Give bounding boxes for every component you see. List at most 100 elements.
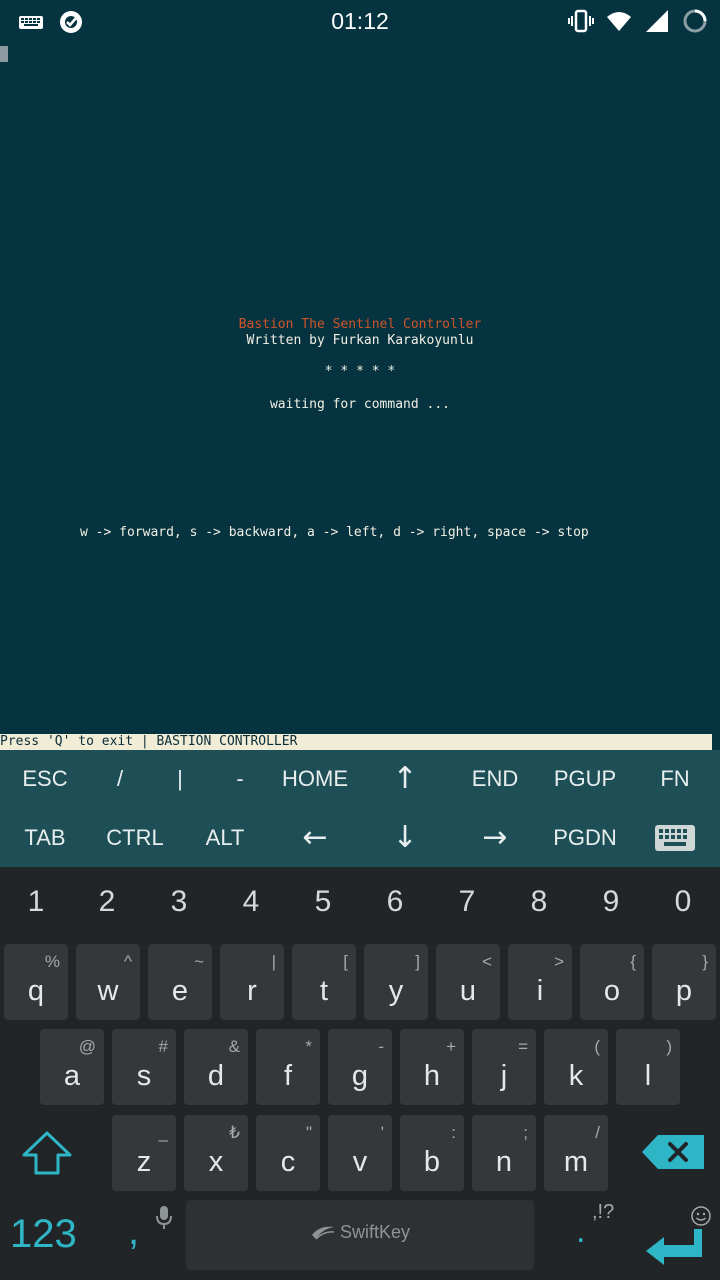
key-g[interactable]: -g (328, 1029, 392, 1105)
key-h-label: h (423, 1060, 441, 1092)
key-z[interactable]: _ z (112, 1115, 176, 1191)
arrow-left-key[interactable]: ← (270, 809, 360, 867)
ctrl-key[interactable]: CTRL (90, 809, 180, 867)
key-1[interactable]: 1 (0, 885, 72, 919)
key-7[interactable]: 7 (431, 885, 503, 919)
key-0[interactable]: 0 (647, 885, 719, 919)
key-k-alt: ( (594, 1037, 600, 1056)
key-p-alt: } (702, 952, 708, 971)
key-v-label: v (352, 1146, 368, 1178)
separator-stars: * * * * * (324, 364, 396, 379)
key-s-alt: # (158, 1037, 168, 1056)
key-c-label: c (280, 1146, 296, 1178)
status-bar-right (568, 8, 708, 34)
terminal-view[interactable]: Bastion The Sentinel Controller Written … (0, 42, 720, 734)
swiftkey-logo: SwiftKey (186, 1222, 534, 1243)
key-g-label: g (351, 1060, 369, 1092)
waiting-message: waiting for command ... (269, 397, 450, 412)
fn-key[interactable]: FN (630, 750, 720, 808)
key-a-alt: @ (78, 1037, 96, 1056)
key-5[interactable]: 5 (287, 885, 359, 919)
key-f[interactable]: * f (256, 1029, 320, 1105)
status-bar: 01:12 (0, 0, 720, 42)
key-e[interactable]: ~ e (148, 944, 212, 1020)
alt-key[interactable]: ALT (180, 809, 270, 867)
key-u[interactable]: < u (436, 944, 500, 1020)
key-x[interactable]: ₺ x (184, 1115, 248, 1191)
arrow-right-key[interactable]: → (450, 809, 540, 867)
vibrate-icon (568, 8, 594, 34)
key-o-alt: { (630, 952, 636, 971)
key-m-alt: / (595, 1123, 600, 1142)
comma-key[interactable]: , (128, 1209, 139, 1254)
key-9[interactable]: 9 (575, 885, 647, 919)
key-d[interactable]: & d (184, 1029, 248, 1105)
tab-key[interactable]: TAB (0, 809, 90, 867)
home-key[interactable]: HOME (270, 750, 360, 808)
key-o-label: o (603, 975, 621, 1007)
key-w[interactable]: ^ w (76, 944, 140, 1020)
terminal-status-line: Press 'Q' to exit | BASTION CONTROLLER (0, 734, 712, 750)
key-j[interactable]: = j (472, 1029, 536, 1105)
key-m[interactable]: / m (544, 1115, 608, 1191)
key-n-alt: ; (523, 1123, 528, 1142)
key-y[interactable]: ] y (364, 944, 428, 1020)
key-z-label: z (136, 1146, 152, 1178)
key-q[interactable]: % q (4, 944, 68, 1020)
key-u-label: u (459, 975, 477, 1007)
backspace-key[interactable] (640, 1133, 706, 1171)
key-s[interactable]: # s (112, 1029, 176, 1105)
key-h-alt: + (446, 1037, 456, 1056)
pgup-key[interactable]: PGUP (540, 750, 630, 808)
key-v[interactable]: ' v (328, 1115, 392, 1191)
key-p[interactable]: } p (652, 944, 716, 1020)
extra-keys-row-1: ESC / | - HOME ↑ END PGUP FN (0, 750, 720, 808)
pgdn-key[interactable]: PGDN (540, 809, 630, 867)
key-i-label: i (536, 975, 544, 1007)
key-u-alt: < (482, 952, 492, 971)
key-r-alt: | (271, 952, 276, 971)
key-l[interactable]: ) l (616, 1029, 680, 1105)
key-t[interactable]: [t (292, 944, 356, 1020)
terminal-cursor (0, 46, 8, 62)
key-j-alt: = (518, 1037, 528, 1056)
key-r[interactable]: | r (220, 944, 284, 1020)
key-h[interactable]: + h (400, 1029, 464, 1105)
key-o[interactable]: {o (580, 944, 644, 1020)
emoji-icon[interactable] (690, 1205, 712, 1227)
key-n[interactable]: ; n (472, 1115, 536, 1191)
numbers-mode-key[interactable]: 123 (10, 1212, 77, 1257)
extra-keys-bar: ESC / | - HOME ↑ END PGUP FN TAB CTRL AL… (0, 750, 720, 867)
key-3[interactable]: 3 (143, 885, 215, 919)
key-c[interactable]: " c (256, 1115, 320, 1191)
key-b-label: b (423, 1146, 441, 1178)
key-j-label: j (500, 1060, 508, 1092)
key-b-alt: : (451, 1123, 456, 1142)
period-key-alt: ,!? (592, 1201, 615, 1223)
key-f-alt: * (305, 1037, 312, 1056)
program-title: Bastion The Sentinel Controller (238, 317, 482, 332)
key-i[interactable]: > i (508, 944, 572, 1020)
key-4[interactable]: 4 (215, 885, 287, 919)
key-2[interactable]: 2 (71, 885, 143, 919)
period-key[interactable]: . (576, 1212, 585, 1251)
enter-key[interactable] (644, 1227, 706, 1267)
key-a-label: a (63, 1060, 81, 1092)
key-6[interactable]: 6 (359, 885, 431, 919)
keyboard-toggle-key[interactable] (630, 809, 720, 867)
arrow-up-key[interactable]: ↑ (360, 750, 450, 808)
key-8[interactable]: 8 (503, 885, 575, 919)
key-d-alt: & (228, 1037, 240, 1056)
key-a[interactable]: @ a (40, 1029, 104, 1105)
key-k[interactable]: (k (544, 1029, 608, 1105)
number-row: 1 2 3 4 5 6 7 8 9 0 (0, 867, 720, 943)
end-key[interactable]: END (450, 750, 540, 808)
key-c-alt: " (305, 1123, 312, 1142)
key-b[interactable]: :b (400, 1115, 464, 1191)
space-bar[interactable]: SwiftKey (186, 1200, 534, 1270)
swiftkey-label: SwiftKey (339, 1222, 411, 1242)
shift-key[interactable] (20, 1129, 74, 1177)
key-l-alt: ) (666, 1037, 672, 1056)
key-v-alt: ' (380, 1123, 384, 1142)
arrow-down-key[interactable]: ↓ (360, 809, 450, 867)
